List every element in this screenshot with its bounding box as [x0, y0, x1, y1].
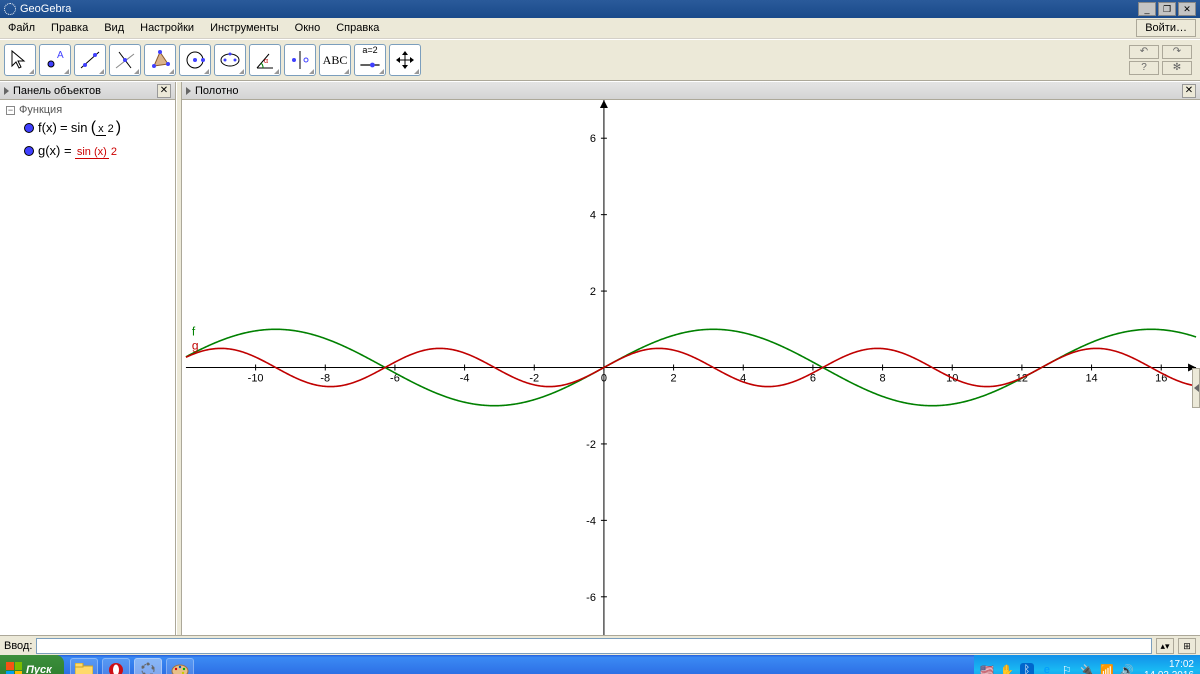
menu-bar: Файл Правка Вид Настройки Инструменты Ок…	[0, 18, 1200, 39]
login-button[interactable]: Войти…	[1136, 19, 1196, 37]
algebra-close-button[interactable]: ✕	[157, 84, 171, 98]
windows-logo-icon	[6, 662, 22, 674]
input-bar: Ввод: ▴▾ ⊞	[0, 635, 1200, 655]
menu-settings[interactable]: Настройки	[132, 19, 202, 37]
system-tray: 🇺🇸 ✋ ᛒ e ⚐ 🔌 📶 🔊 17:02 14.03.2016	[974, 655, 1200, 674]
tray-ie-icon[interactable]: e	[1040, 663, 1054, 674]
taskbar-paint[interactable]	[166, 658, 194, 674]
taskbar-explorer[interactable]	[70, 658, 98, 674]
collapse-icon	[186, 87, 191, 95]
redo-button[interactable]: ↷	[1162, 45, 1192, 59]
tool-circle[interactable]	[179, 44, 211, 76]
svg-text:14: 14	[1085, 372, 1097, 384]
tool-text[interactable]: ABC	[319, 44, 351, 76]
algebra-tree: −Функция f(x) = sin (x2) g(x) = sin (x)2	[0, 100, 175, 166]
function-g[interactable]: g(x) = sin (x)2	[6, 140, 169, 162]
svg-text:-2: -2	[529, 372, 539, 384]
svg-text:A: A	[57, 50, 64, 61]
svg-text:2: 2	[590, 286, 596, 298]
taskbar-opera[interactable]	[102, 658, 130, 674]
tool-slider[interactable]: a=2	[354, 44, 386, 76]
maximize-button[interactable]: ❐	[1158, 2, 1176, 16]
settings-tool-button[interactable]: ✻	[1162, 61, 1192, 75]
svg-text:8: 8	[880, 372, 886, 384]
window-titlebar: GeoGebra _ ❐ ✕	[0, 0, 1200, 18]
input-symbols-button[interactable]: ⊞	[1178, 638, 1196, 654]
tool-movegraph[interactable]	[389, 44, 421, 76]
tool-point[interactable]: A	[39, 44, 71, 76]
tray-bluetooth-icon[interactable]: ᛒ	[1020, 663, 1034, 674]
tool-ellipse[interactable]	[214, 44, 246, 76]
svg-text:-8: -8	[320, 372, 330, 384]
svg-text:α: α	[264, 58, 268, 65]
algebra-panel: Панель объектов ✕ −Функция f(x) = sin (x…	[0, 82, 176, 635]
menu-tools[interactable]: Инструменты	[202, 19, 287, 37]
svg-text:-10: -10	[248, 372, 264, 384]
tool-reflect[interactable]	[284, 44, 316, 76]
visibility-dot-g[interactable]	[24, 146, 34, 156]
close-button[interactable]: ✕	[1178, 2, 1196, 16]
collapse-icon	[4, 87, 9, 95]
minimize-button[interactable]: _	[1138, 2, 1156, 16]
svg-text:0: 0	[601, 372, 607, 384]
menu-file[interactable]: Файл	[0, 19, 43, 37]
svg-text:-4: -4	[460, 372, 470, 384]
algebra-panel-title: Панель объектов	[13, 85, 101, 97]
svg-text:g: g	[192, 339, 199, 353]
input-history-button[interactable]: ▴▾	[1156, 638, 1174, 654]
tool-move[interactable]	[4, 44, 36, 76]
toolbar: A α ABC a=2 ↶ ↷ ? ✻	[0, 39, 1200, 81]
algebra-panel-header[interactable]: Панель объектов ✕	[0, 82, 175, 100]
tool-angle[interactable]: α	[249, 44, 281, 76]
tray-power-icon[interactable]: 🔌	[1080, 663, 1094, 674]
graphics-panel-title: Полотно	[195, 85, 238, 97]
start-label: Пуск	[26, 664, 52, 674]
svg-text:-4: -4	[586, 515, 596, 527]
graphics-panel-header[interactable]: Полотно ✕	[182, 82, 1200, 100]
tray-time: 17:02	[1144, 659, 1194, 670]
tray-hand-icon[interactable]: ✋	[1000, 663, 1014, 674]
menu-help[interactable]: Справка	[328, 19, 387, 37]
menu-window[interactable]: Окно	[287, 19, 329, 37]
function-f[interactable]: f(x) = sin (x2)	[6, 116, 169, 140]
group-label: Функция	[19, 104, 62, 116]
input-label: Ввод:	[4, 640, 32, 652]
tray-date: 14.03.2016	[1144, 670, 1194, 674]
undo-button[interactable]: ↶	[1129, 45, 1159, 59]
tray-flag-icon[interactable]: ⚐	[1060, 663, 1074, 674]
graphics-canvas[interactable]: -10-8-6-4-20246810121416-6-4-2246fg	[182, 100, 1200, 635]
svg-text:16: 16	[1155, 372, 1167, 384]
plot-svg: -10-8-6-4-20246810121416-6-4-2246fg	[182, 100, 1200, 635]
window-title: GeoGebra	[20, 3, 71, 15]
help-tool-button[interactable]: ?	[1129, 61, 1159, 75]
taskbar-geogebra[interactable]	[134, 658, 162, 674]
svg-text:6: 6	[590, 133, 596, 145]
formula-f: f(x) = sin (x2)	[38, 119, 121, 137]
menu-edit[interactable]: Правка	[43, 19, 96, 37]
input-field[interactable]	[36, 638, 1152, 654]
side-collapse-button[interactable]	[1192, 368, 1200, 408]
tray-clock[interactable]: 17:02 14.03.2016	[1140, 659, 1194, 674]
tray-network-icon[interactable]: 📶	[1100, 663, 1114, 674]
svg-text:4: 4	[590, 210, 596, 222]
svg-text:2: 2	[671, 372, 677, 384]
app-logo-icon	[4, 3, 16, 15]
formula-g: g(x) = sin (x)2	[38, 143, 119, 159]
svg-text:-6: -6	[586, 592, 596, 604]
svg-text:-2: -2	[586, 439, 596, 451]
tray-volume-icon[interactable]: 🔊	[1120, 663, 1134, 674]
menu-view[interactable]: Вид	[96, 19, 132, 37]
graphics-panel: Полотно ✕ -10-8-6-4-20246810121416-6-4-2…	[182, 82, 1200, 635]
svg-text:f: f	[192, 325, 196, 339]
start-button[interactable]: Пуск	[0, 655, 64, 674]
group-toggle[interactable]: −	[6, 106, 15, 115]
visibility-dot-f[interactable]	[24, 123, 34, 133]
work-area: Панель объектов ✕ −Функция f(x) = sin (x…	[0, 81, 1200, 635]
taskbar: Пуск 🇺🇸 ✋ ᛒ e ⚐ 🔌 📶 🔊 17:02 14.03.2016	[0, 655, 1200, 674]
tool-polygon[interactable]	[144, 44, 176, 76]
graphics-close-button[interactable]: ✕	[1182, 84, 1196, 98]
tray-lang-icon[interactable]: 🇺🇸	[980, 663, 994, 674]
tool-line[interactable]	[74, 44, 106, 76]
tool-perpendicular[interactable]	[109, 44, 141, 76]
